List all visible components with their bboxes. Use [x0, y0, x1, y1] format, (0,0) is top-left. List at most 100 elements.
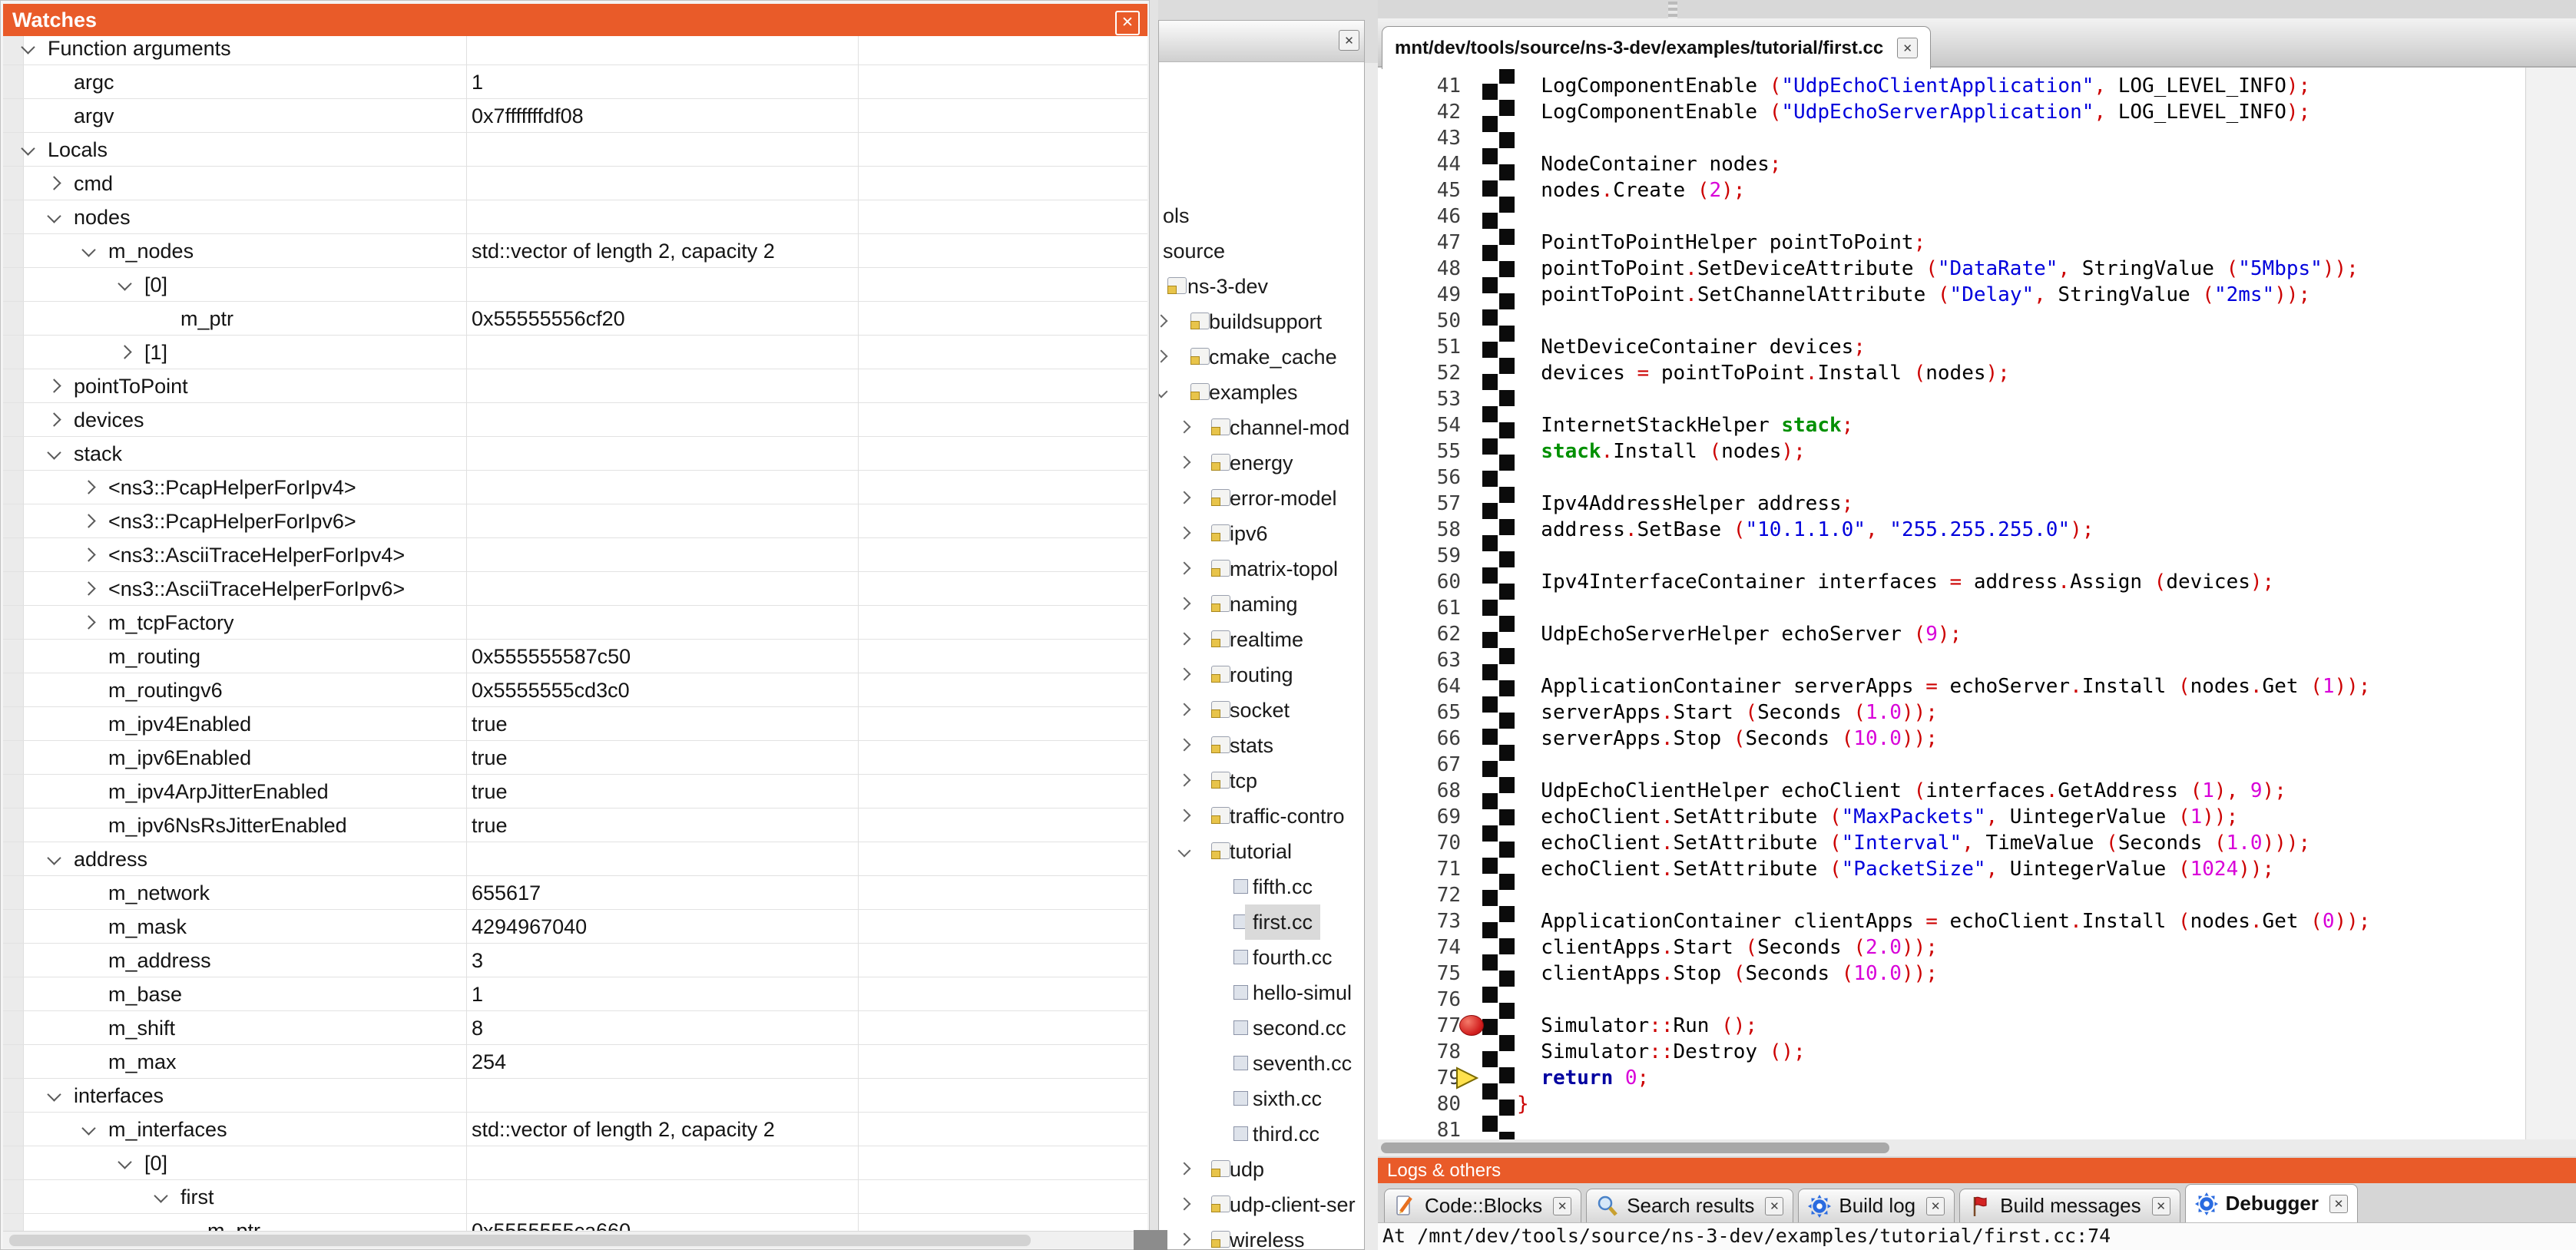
watch-row[interactable]: m_address3: [3, 944, 1147, 977]
chevron-right-icon[interactable]: [1178, 562, 1191, 575]
line-number[interactable]: 75: [1399, 961, 1461, 987]
watch-row[interactable]: pointToPoint: [3, 369, 1147, 403]
watch-row[interactable]: nodes: [3, 200, 1147, 234]
tree-item-tutorial[interactable]: tutorial: [1159, 834, 1364, 869]
watches-close-icon[interactable]: ✕: [1115, 11, 1140, 35]
tab-close-icon[interactable]: ✕: [1765, 1197, 1783, 1215]
line-number[interactable]: 43: [1399, 125, 1461, 151]
line-number[interactable]: 65: [1399, 699, 1461, 726]
tree-item-sixth-cc[interactable]: sixth.cc: [1159, 1081, 1364, 1116]
tree-item-stats[interactable]: stats: [1159, 728, 1364, 763]
file-tree-header[interactable]: ✕: [1159, 21, 1364, 62]
watch-row[interactable]: <ns3::PcapHelperForIpv6>: [3, 504, 1147, 538]
line-number[interactable]: 49: [1399, 282, 1461, 308]
chevron-right-icon[interactable]: [47, 379, 61, 392]
tree-item-realtime[interactable]: realtime: [1159, 622, 1364, 657]
chevron-right-icon[interactable]: [1178, 597, 1191, 610]
watches-horizontal-scrollbar[interactable]: [3, 1231, 1147, 1248]
watch-row[interactable]: [1]: [3, 336, 1147, 369]
watch-row[interactable]: m_mask4294967040: [3, 910, 1147, 944]
line-number[interactable]: 53: [1399, 386, 1461, 412]
watch-row[interactable]: <ns3::AsciiTraceHelperForIpv4>: [3, 538, 1147, 572]
chevron-down-icon[interactable]: [1178, 845, 1191, 858]
logs-tab-build-messages[interactable]: Build messages✕: [1959, 1189, 2180, 1222]
chevron-right-icon[interactable]: [1178, 456, 1191, 469]
line-number[interactable]: 57: [1399, 491, 1461, 517]
chevron-right-icon[interactable]: [1178, 421, 1191, 434]
chevron-right-icon[interactable]: [1178, 1162, 1191, 1176]
watch-row[interactable]: m_nodesstd::vector of length 2, capacity…: [3, 234, 1147, 268]
chevron-right-icon[interactable]: [1159, 350, 1167, 363]
watch-row[interactable]: <ns3::PcapHelperForIpv4>: [3, 471, 1147, 504]
line-number[interactable]: 42: [1399, 99, 1461, 125]
line-number[interactable]: 55: [1399, 438, 1461, 465]
line-number[interactable]: 56: [1399, 465, 1461, 491]
file-tree-close-icon[interactable]: ✕: [1339, 30, 1359, 51]
line-number[interactable]: 59: [1399, 543, 1461, 569]
line-number[interactable]: 62: [1399, 621, 1461, 647]
line-number[interactable]: 68: [1399, 778, 1461, 804]
watch-row[interactable]: m_base1: [3, 977, 1147, 1011]
tree-item-second-cc[interactable]: second.cc: [1159, 1010, 1364, 1046]
breakpoint-icon[interactable]: [1459, 1015, 1484, 1036]
line-number[interactable]: 76: [1399, 987, 1461, 1013]
line-number[interactable]: 69: [1399, 804, 1461, 830]
tree-item-hello-simul[interactable]: hello-simul: [1159, 975, 1364, 1010]
tree-item-channel-mod[interactable]: channel-mod: [1159, 410, 1364, 445]
chevron-right-icon[interactable]: [47, 176, 61, 190]
tree-item-cmake-cache[interactable]: cmake_cache: [1159, 339, 1364, 375]
line-number[interactable]: 72: [1399, 882, 1461, 908]
line-number[interactable]: 41: [1399, 73, 1461, 99]
tab-close-icon[interactable]: ✕: [2329, 1195, 2348, 1213]
chevron-down-icon[interactable]: [21, 40, 35, 54]
watch-row[interactable]: m_interfacesstd::vector of length 2, cap…: [3, 1113, 1147, 1146]
chevron-down-icon[interactable]: [118, 276, 131, 290]
line-number[interactable]: 77: [1399, 1013, 1461, 1039]
chevron-right-icon[interactable]: [1178, 527, 1191, 540]
editor-vertical-scrollbar[interactable]: [2525, 68, 2576, 1139]
watches-column-divider[interactable]: [466, 36, 467, 1231]
logs-tab-debugger[interactable]: Debugger✕: [2185, 1184, 2358, 1222]
editor-horizontal-scrollbar[interactable]: [1378, 1139, 2576, 1156]
tree-item-udp[interactable]: udp: [1159, 1152, 1364, 1187]
tree-item-ols[interactable]: ols: [1159, 198, 1364, 233]
line-number[interactable]: 44: [1399, 151, 1461, 177]
tree-item-buildsupport[interactable]: buildsupport: [1159, 304, 1364, 339]
line-number[interactable]: 58: [1399, 517, 1461, 543]
watch-row[interactable]: cmd: [3, 167, 1147, 200]
watch-row[interactable]: m_routing0x555555587c50: [3, 640, 1147, 673]
chevron-right-icon[interactable]: [81, 581, 95, 595]
watch-row[interactable]: devices: [3, 403, 1147, 437]
line-number[interactable]: 60: [1399, 569, 1461, 595]
line-number[interactable]: 67: [1399, 752, 1461, 778]
line-number[interactable]: 46: [1399, 203, 1461, 230]
line-number[interactable]: 64: [1399, 673, 1461, 699]
chevron-down-icon[interactable]: [21, 141, 35, 155]
logs-titlebar[interactable]: Logs & others: [1378, 1158, 2576, 1183]
file-tree-scrollbar[interactable]: [1365, 63, 1378, 1250]
chevron-down-icon[interactable]: [154, 1189, 167, 1202]
line-number[interactable]: 73: [1399, 908, 1461, 934]
watch-row[interactable]: m_max254: [3, 1045, 1147, 1079]
chevron-down-icon[interactable]: [47, 1087, 61, 1101]
watch-row[interactable]: m_ipv4Enabledtrue: [3, 707, 1147, 741]
chevron-right-icon[interactable]: [1178, 774, 1191, 787]
tree-item-energy[interactable]: energy: [1159, 445, 1364, 481]
line-number[interactable]: 47: [1399, 230, 1461, 256]
tab-close-icon[interactable]: ✕: [1553, 1197, 1571, 1215]
line-number[interactable]: 80: [1399, 1091, 1461, 1117]
tab-close-icon[interactable]: ✕: [1926, 1197, 1945, 1215]
watch-row[interactable]: [0]: [3, 268, 1147, 302]
chevron-right-icon[interactable]: [1178, 1198, 1191, 1211]
watches-column-divider[interactable]: [858, 36, 859, 1231]
editor-scrollbar-thumb[interactable]: [1381, 1143, 1889, 1153]
tree-item-socket[interactable]: socket: [1159, 693, 1364, 728]
tree-item-seventh-cc[interactable]: seventh.cc: [1159, 1046, 1364, 1081]
tree-item-third-cc[interactable]: third.cc: [1159, 1116, 1364, 1152]
tree-item-source[interactable]: source: [1159, 233, 1364, 269]
chevron-down-icon[interactable]: [47, 851, 61, 865]
chevron-down-icon[interactable]: [81, 1121, 95, 1135]
watch-row[interactable]: m_network655617: [3, 876, 1147, 910]
watch-row[interactable]: Locals: [3, 133, 1147, 167]
line-number[interactable]: 50: [1399, 308, 1461, 334]
